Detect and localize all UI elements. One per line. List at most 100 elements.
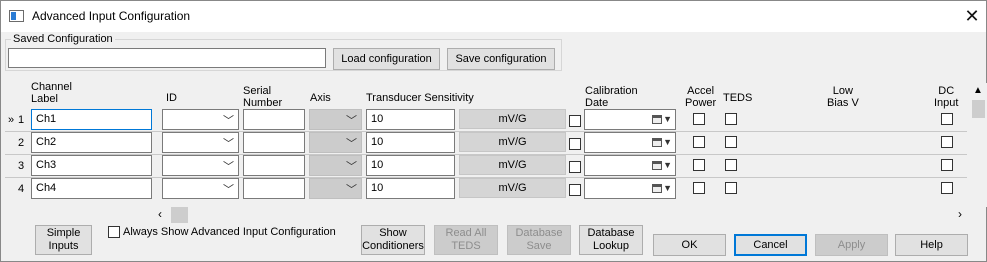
- help-button[interactable]: Help: [895, 234, 968, 256]
- simple-inputs-button[interactable]: Simple Inputs: [35, 225, 92, 255]
- column-header-axis: Axis: [310, 92, 331, 104]
- column-header-dc-input: DC Input: [934, 85, 959, 109]
- chevron-down-icon: ﹀: [346, 115, 357, 127]
- row-number: 1: [18, 114, 25, 126]
- sensitivity-unit: mV/G: [459, 178, 566, 198]
- calibration-date-picker[interactable]: ▼: [584, 132, 676, 153]
- vertical-scrollbar[interactable]: ▲: [970, 83, 987, 207]
- chevron-down-icon: ▼: [663, 137, 672, 147]
- channel-label-input[interactable]: Ch2: [31, 132, 152, 153]
- channel-label-input[interactable]: Ch4: [31, 178, 152, 199]
- saved-configuration-legend: Saved Configuration: [11, 33, 115, 45]
- horizontal-scroll-thumb[interactable]: [171, 207, 188, 223]
- calendar-icon: [652, 115, 662, 124]
- channel-label-input[interactable]: Ch1: [31, 109, 152, 130]
- scroll-right-icon[interactable]: ›: [958, 207, 962, 221]
- window-title: Advanced Input Configuration: [32, 9, 191, 23]
- chevron-down-icon: ﹀: [346, 161, 357, 173]
- calendar-icon: [652, 184, 662, 193]
- row-number: 2: [18, 137, 25, 149]
- channel-label-input[interactable]: Ch3: [31, 155, 152, 176]
- serial-number-input[interactable]: [243, 155, 305, 176]
- accel-power-checkbox[interactable]: [693, 182, 705, 194]
- database-lookup-button[interactable]: Database Lookup: [579, 225, 643, 255]
- dc-input-checkbox[interactable]: [941, 113, 953, 125]
- title-bar: Advanced Input Configuration ✕: [1, 1, 986, 32]
- axis-select[interactable]: ﹀: [309, 178, 362, 199]
- axis-select[interactable]: ﹀: [309, 109, 362, 130]
- calendar-icon: [652, 161, 662, 170]
- id-select[interactable]: ﹀: [162, 132, 239, 153]
- serial-number-input[interactable]: [243, 178, 305, 199]
- transducer-sensitivity-input[interactable]: 10: [366, 132, 455, 153]
- teds-checkbox[interactable]: [725, 136, 737, 148]
- chevron-down-icon: ﹀: [223, 161, 234, 173]
- load-configuration-button[interactable]: Load configuration: [333, 48, 440, 70]
- column-header-transducer-sensitivity: Transducer Sensitivity: [366, 92, 474, 104]
- axis-select[interactable]: ﹀: [309, 132, 362, 153]
- row-marker: »: [8, 114, 15, 126]
- accel-power-checkbox[interactable]: [693, 113, 705, 125]
- chevron-down-icon: ﹀: [346, 184, 357, 196]
- id-select[interactable]: ﹀: [162, 109, 239, 130]
- calibration-date-checkbox[interactable]: [569, 115, 581, 127]
- row-number: 3: [18, 160, 25, 172]
- always-show-checkbox[interactable]: [108, 226, 120, 238]
- calibration-date-picker[interactable]: ▼: [584, 109, 676, 130]
- read-all-teds-button[interactable]: Read All TEDS: [434, 225, 498, 255]
- chevron-down-icon: ▼: [663, 160, 672, 170]
- id-select[interactable]: ﹀: [162, 178, 239, 199]
- transducer-sensitivity-input[interactable]: 10: [366, 178, 455, 199]
- calendar-icon: [652, 138, 662, 147]
- sensitivity-unit: mV/G: [459, 132, 566, 152]
- sensitivity-unit: mV/G: [459, 109, 566, 129]
- row-number: 4: [18, 183, 25, 195]
- calibration-date-picker[interactable]: ▼: [584, 155, 676, 176]
- chevron-up-icon[interactable]: ▲: [973, 85, 983, 96]
- serial-number-input[interactable]: [243, 132, 305, 153]
- saved-configuration-input[interactable]: [8, 48, 326, 68]
- show-conditioners-button[interactable]: Show Conditioners: [361, 225, 425, 255]
- teds-checkbox[interactable]: [725, 159, 737, 171]
- serial-number-input[interactable]: [243, 109, 305, 130]
- ok-button[interactable]: OK: [653, 234, 726, 256]
- chevron-down-icon: ﹀: [223, 184, 234, 196]
- apply-button[interactable]: Apply: [815, 234, 888, 256]
- chevron-down-icon: ▼: [663, 114, 672, 124]
- chevron-down-icon: ﹀: [223, 115, 234, 127]
- scroll-left-icon[interactable]: ‹: [158, 207, 162, 221]
- column-header-channel-label: Channel Label: [31, 81, 72, 105]
- chevron-down-icon: ﹀: [223, 138, 234, 150]
- column-header-id: ID: [166, 92, 177, 104]
- transducer-sensitivity-input[interactable]: 10: [366, 109, 455, 130]
- axis-select[interactable]: ﹀: [309, 155, 362, 176]
- transducer-sensitivity-input[interactable]: 10: [366, 155, 455, 176]
- accel-power-checkbox[interactable]: [693, 136, 705, 148]
- calibration-date-checkbox[interactable]: [569, 161, 581, 173]
- always-show-label: Always Show Advanced Input Configuration: [123, 226, 336, 238]
- calibration-date-picker[interactable]: ▼: [584, 178, 676, 199]
- cancel-button[interactable]: Cancel: [734, 234, 807, 256]
- chevron-down-icon: ▼: [663, 183, 672, 193]
- teds-checkbox[interactable]: [725, 182, 737, 194]
- id-select[interactable]: ﹀: [162, 155, 239, 176]
- dc-input-checkbox[interactable]: [941, 159, 953, 171]
- calibration-date-checkbox[interactable]: [569, 138, 581, 150]
- column-header-serial-number: Serial Number: [243, 85, 283, 109]
- dc-input-checkbox[interactable]: [941, 182, 953, 194]
- window-icon: [9, 10, 24, 22]
- column-header-teds: TEDS: [723, 92, 753, 104]
- chevron-down-icon: ﹀: [346, 138, 357, 150]
- calibration-date-checkbox[interactable]: [569, 184, 581, 196]
- close-icon[interactable]: ✕: [959, 4, 985, 28]
- accel-power-checkbox[interactable]: [693, 159, 705, 171]
- teds-checkbox[interactable]: [725, 113, 737, 125]
- sensitivity-unit: mV/G: [459, 155, 566, 175]
- dc-input-checkbox[interactable]: [941, 136, 953, 148]
- column-header-calibration-date: Calibration Date: [585, 85, 638, 109]
- database-save-button[interactable]: Database Save: [507, 225, 571, 255]
- vertical-scroll-thumb[interactable]: [972, 100, 985, 118]
- advanced-input-configuration-dialog: Advanced Input Configuration ✕ Saved Con…: [0, 0, 987, 262]
- column-header-low-bias-v: Low Bias V: [827, 85, 859, 109]
- save-configuration-button[interactable]: Save configuration: [447, 48, 555, 70]
